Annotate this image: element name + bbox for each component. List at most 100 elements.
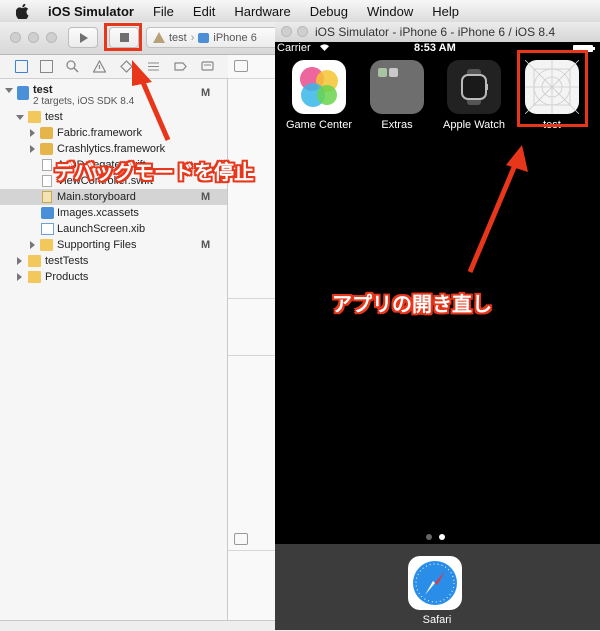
close-window-button[interactable] bbox=[281, 26, 292, 37]
app-target-icon bbox=[153, 32, 165, 43]
search-icon[interactable] bbox=[66, 60, 79, 73]
item-label: Images.xcassets bbox=[57, 207, 139, 219]
symbol-navigator-icon[interactable] bbox=[40, 60, 53, 73]
folder-icon[interactable] bbox=[370, 60, 424, 114]
disclosure-closed-icon[interactable] bbox=[17, 257, 22, 265]
iphone-screen: Carrier 8:53 AM Game Center Extras Apple… bbox=[275, 42, 600, 630]
minimize-window-button[interactable] bbox=[28, 32, 39, 43]
carrier-label: Carrier bbox=[277, 42, 311, 54]
clock: 8:53 AM bbox=[414, 42, 456, 54]
test-app-highlight bbox=[517, 50, 588, 127]
item-label: Supporting Files bbox=[57, 239, 137, 251]
page-dot-active bbox=[439, 534, 445, 540]
dock: Safari bbox=[275, 544, 600, 630]
stop-debug-annotation: デバッグモードを停止 bbox=[54, 162, 254, 184]
xib-icon bbox=[41, 223, 54, 235]
item-label: Fabric.framework bbox=[57, 127, 142, 139]
simulator-title-bar: iOS Simulator - iPhone 6 - iPhone 6 / iO… bbox=[275, 22, 600, 43]
item-label: Products bbox=[45, 271, 89, 283]
asset-catalog-icon bbox=[41, 207, 54, 219]
scheme-target: test bbox=[169, 31, 187, 44]
safari-icon[interactable] bbox=[408, 556, 462, 610]
xcode-toolbar: test › iPhone 6 bbox=[0, 22, 281, 55]
close-window-button[interactable] bbox=[10, 32, 21, 43]
simulator-window: iOS Simulator - iPhone 6 - iPhone 6 / iO… bbox=[275, 22, 600, 630]
report-navigator-icon[interactable] bbox=[201, 60, 214, 73]
minimize-window-button[interactable] bbox=[297, 26, 308, 37]
grid-icon[interactable] bbox=[234, 60, 248, 72]
status-badge: M bbox=[201, 239, 211, 251]
menu-debug[interactable]: Debug bbox=[310, 4, 348, 19]
status-badge: M bbox=[201, 87, 211, 99]
project-row[interactable]: test 2 targets, iOS SDK 8.4 M bbox=[0, 82, 227, 110]
zoom-window-button[interactable] bbox=[46, 32, 57, 43]
wifi-icon bbox=[319, 43, 330, 55]
apple-watch-app-icon[interactable] bbox=[447, 60, 501, 114]
status-badge: M bbox=[201, 191, 211, 203]
swift-file-icon bbox=[42, 159, 52, 171]
folder-icon bbox=[28, 111, 41, 123]
project-navigator-icon[interactable] bbox=[15, 60, 28, 73]
disclosure-closed-icon[interactable] bbox=[30, 241, 35, 249]
project-subtitle: 2 targets, iOS SDK 8.4 bbox=[33, 96, 135, 107]
disclosure-closed-icon[interactable] bbox=[17, 273, 22, 281]
scheme-selector[interactable]: test › iPhone 6 bbox=[146, 27, 281, 48]
navigator-tabs bbox=[0, 55, 228, 79]
window-title: iOS Simulator - iPhone 6 - iPhone 6 / iO… bbox=[315, 25, 556, 39]
divider bbox=[228, 298, 275, 299]
stop-button-highlight bbox=[104, 23, 142, 51]
game-center-app-icon[interactable] bbox=[292, 60, 346, 114]
disclosure-closed-icon[interactable] bbox=[30, 129, 35, 137]
menu-app-name[interactable]: iOS Simulator bbox=[48, 4, 134, 19]
disclosure-closed-icon[interactable] bbox=[30, 145, 35, 153]
navigator-item[interactable]: LaunchScreen.xib bbox=[0, 221, 227, 237]
test-navigator-icon[interactable] bbox=[120, 60, 133, 73]
folder-icon bbox=[28, 271, 41, 283]
toolbox-icon bbox=[40, 143, 53, 155]
navigator-item[interactable]: Products bbox=[0, 269, 227, 285]
page-dot bbox=[426, 534, 432, 540]
disclosure-open-icon[interactable] bbox=[5, 88, 13, 93]
menu-window[interactable]: Window bbox=[367, 4, 413, 19]
chevron-right-icon: › bbox=[190, 31, 195, 44]
scheme-device: iPhone 6 bbox=[213, 31, 257, 44]
apple-menu-icon[interactable] bbox=[15, 3, 34, 20]
toolbox-icon bbox=[40, 127, 53, 139]
item-label: Crashlytics.framework bbox=[57, 143, 166, 155]
item-label: testTests bbox=[45, 255, 89, 267]
warning-icon[interactable] bbox=[92, 59, 107, 73]
xcode-bottom-bar bbox=[0, 620, 275, 631]
menu-edit[interactable]: Edit bbox=[193, 4, 215, 19]
divider bbox=[228, 78, 275, 79]
navigator-item[interactable]: testTests bbox=[0, 253, 227, 269]
navigator-item[interactable]: test bbox=[0, 109, 227, 125]
navigator-item[interactable]: Images.xcassets bbox=[0, 205, 227, 221]
navigator-item[interactable]: Crashlytics.framework bbox=[0, 141, 227, 157]
item-label: LaunchScreen.xib bbox=[57, 223, 146, 235]
folder-icon bbox=[40, 239, 53, 251]
navigator-item-selected[interactable]: Main.storyboard M bbox=[0, 189, 227, 205]
menu-file[interactable]: File bbox=[153, 4, 174, 19]
navigator-item[interactable]: Fabric.framework bbox=[0, 125, 227, 141]
divider bbox=[228, 550, 275, 551]
xcodeproj-icon bbox=[17, 86, 29, 100]
app-label: Extras bbox=[381, 119, 413, 131]
menu-bar: iOS Simulator File Edit Hardware Debug W… bbox=[0, 0, 600, 23]
menu-hardware[interactable]: Hardware bbox=[234, 4, 290, 19]
app-label: Game Center bbox=[285, 119, 353, 131]
folder-icon bbox=[28, 255, 41, 267]
app-label: Apple Watch bbox=[443, 119, 505, 131]
navigator-item[interactable]: Supporting Files M bbox=[0, 237, 227, 253]
item-label: test bbox=[45, 111, 63, 123]
debug-area-toggle-icon[interactable] bbox=[234, 533, 248, 545]
xcode-window: test › iPhone 6 test 2 targets, iOS SDK … bbox=[0, 22, 281, 631]
menu-help[interactable]: Help bbox=[432, 4, 459, 19]
debug-navigator-icon[interactable] bbox=[147, 60, 160, 73]
disclosure-open-icon[interactable] bbox=[16, 115, 24, 120]
breakpoint-navigator-icon[interactable] bbox=[174, 60, 187, 73]
run-button[interactable] bbox=[68, 27, 98, 48]
divider bbox=[228, 355, 275, 356]
device-icon bbox=[198, 32, 210, 43]
page-indicator bbox=[275, 534, 600, 542]
app-label: Safari bbox=[422, 614, 452, 626]
